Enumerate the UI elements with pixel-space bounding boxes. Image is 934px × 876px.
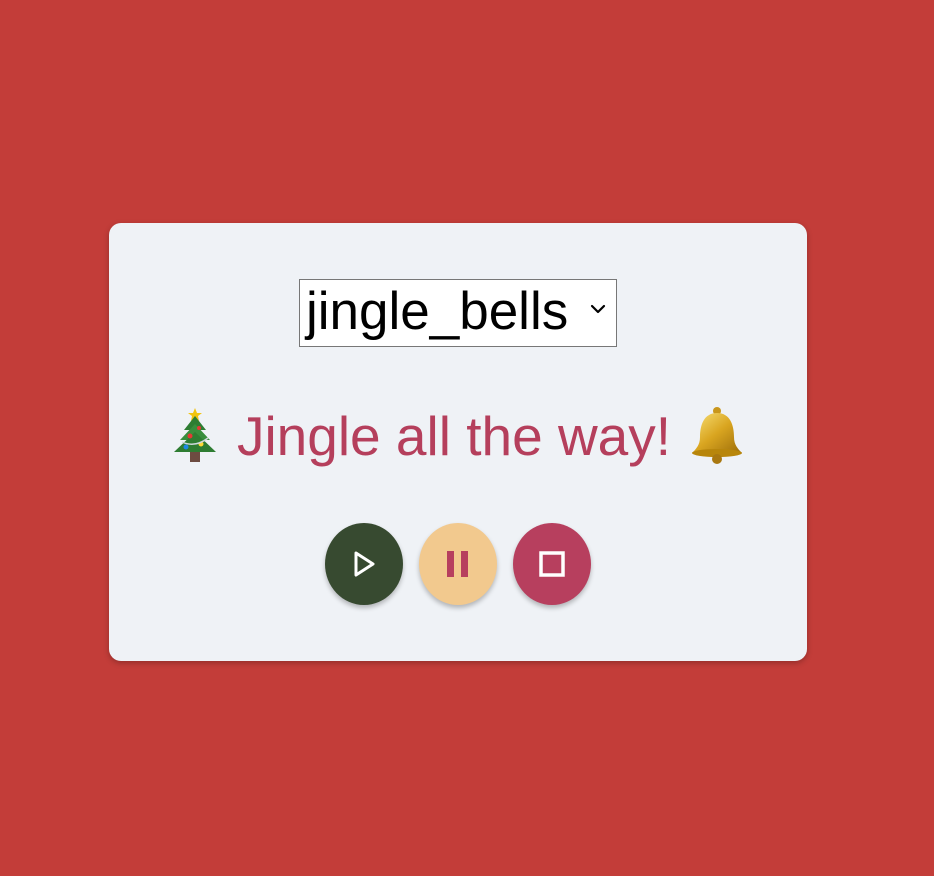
song-select[interactable]: jingle_bells	[299, 279, 617, 347]
play-icon	[354, 551, 375, 577]
pause-icon	[447, 551, 468, 577]
stop-button[interactable]	[513, 523, 591, 605]
song-select-value: jingle_bells	[306, 281, 569, 341]
tree-icon	[173, 408, 216, 463]
playback-controls	[325, 523, 591, 605]
song-message-text: Jingle all the way!	[236, 405, 672, 467]
stop-icon	[539, 551, 565, 577]
play-button[interactable]	[325, 523, 403, 605]
player-card: jingle_bells Jingle all the way!	[109, 223, 807, 661]
bell-icon	[692, 407, 743, 465]
song-message: Jingle all the way!	[109, 401, 807, 471]
pause-button[interactable]	[419, 523, 497, 605]
chevron-down-icon	[590, 304, 606, 314]
page-background: { "song_select": { "selected": "jingle_b…	[0, 0, 934, 876]
